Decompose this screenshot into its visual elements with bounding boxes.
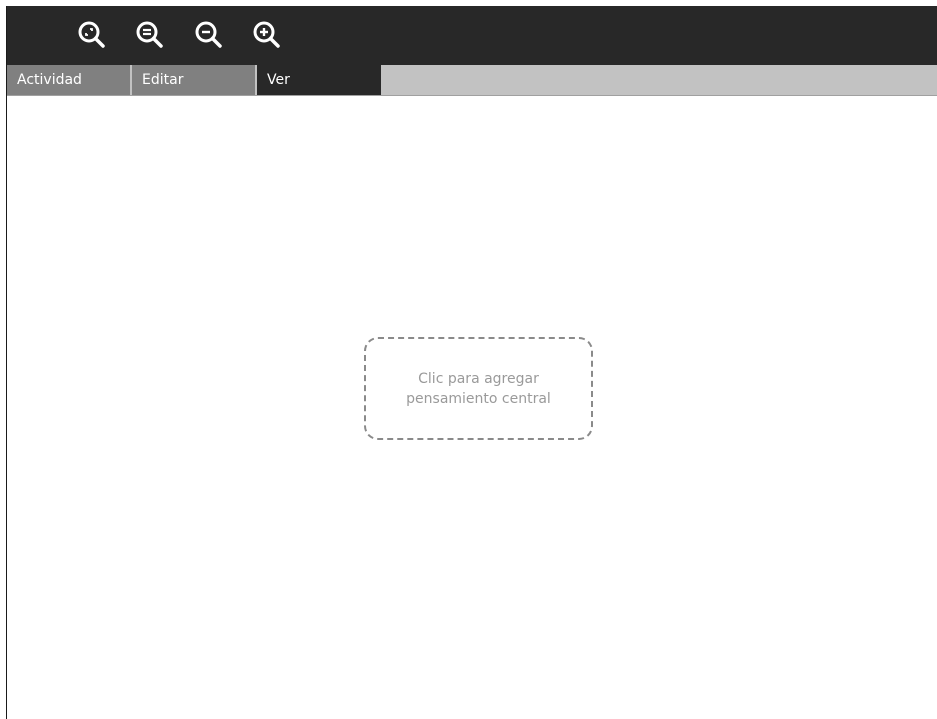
central-thought-line-2: pensamiento central xyxy=(406,390,551,407)
tab-editar[interactable]: Editar xyxy=(132,65,256,95)
toolbar-tabs: Actividad Editar Ver xyxy=(7,65,937,96)
zoom-fit-button[interactable] xyxy=(132,18,168,54)
central-thought-placeholder[interactable]: Clic para agregar pensamiento central xyxy=(364,337,593,440)
zoom-original-icon xyxy=(78,21,105,48)
zoom-in-icon xyxy=(253,21,280,48)
view-toolbar xyxy=(7,6,937,65)
zoom-in-button[interactable] xyxy=(249,18,285,54)
tab-ver[interactable]: Ver xyxy=(257,65,381,95)
zoom-out-button[interactable] xyxy=(191,18,227,54)
tab-label: Editar xyxy=(142,72,184,88)
activity-window: Actividad Editar Ver Clic para agregar p… xyxy=(6,6,937,719)
tab-label: Ver xyxy=(267,72,290,88)
central-thought-line-1: Clic para agregar xyxy=(418,370,539,387)
zoom-original-button[interactable] xyxy=(74,18,110,54)
mindmap-canvas[interactable]: Clic para agregar pensamiento central xyxy=(7,96,937,719)
tab-actividad[interactable]: Actividad xyxy=(7,65,131,95)
tab-label: Actividad xyxy=(17,72,82,88)
zoom-out-icon xyxy=(195,21,222,48)
zoom-fit-icon xyxy=(136,21,163,48)
